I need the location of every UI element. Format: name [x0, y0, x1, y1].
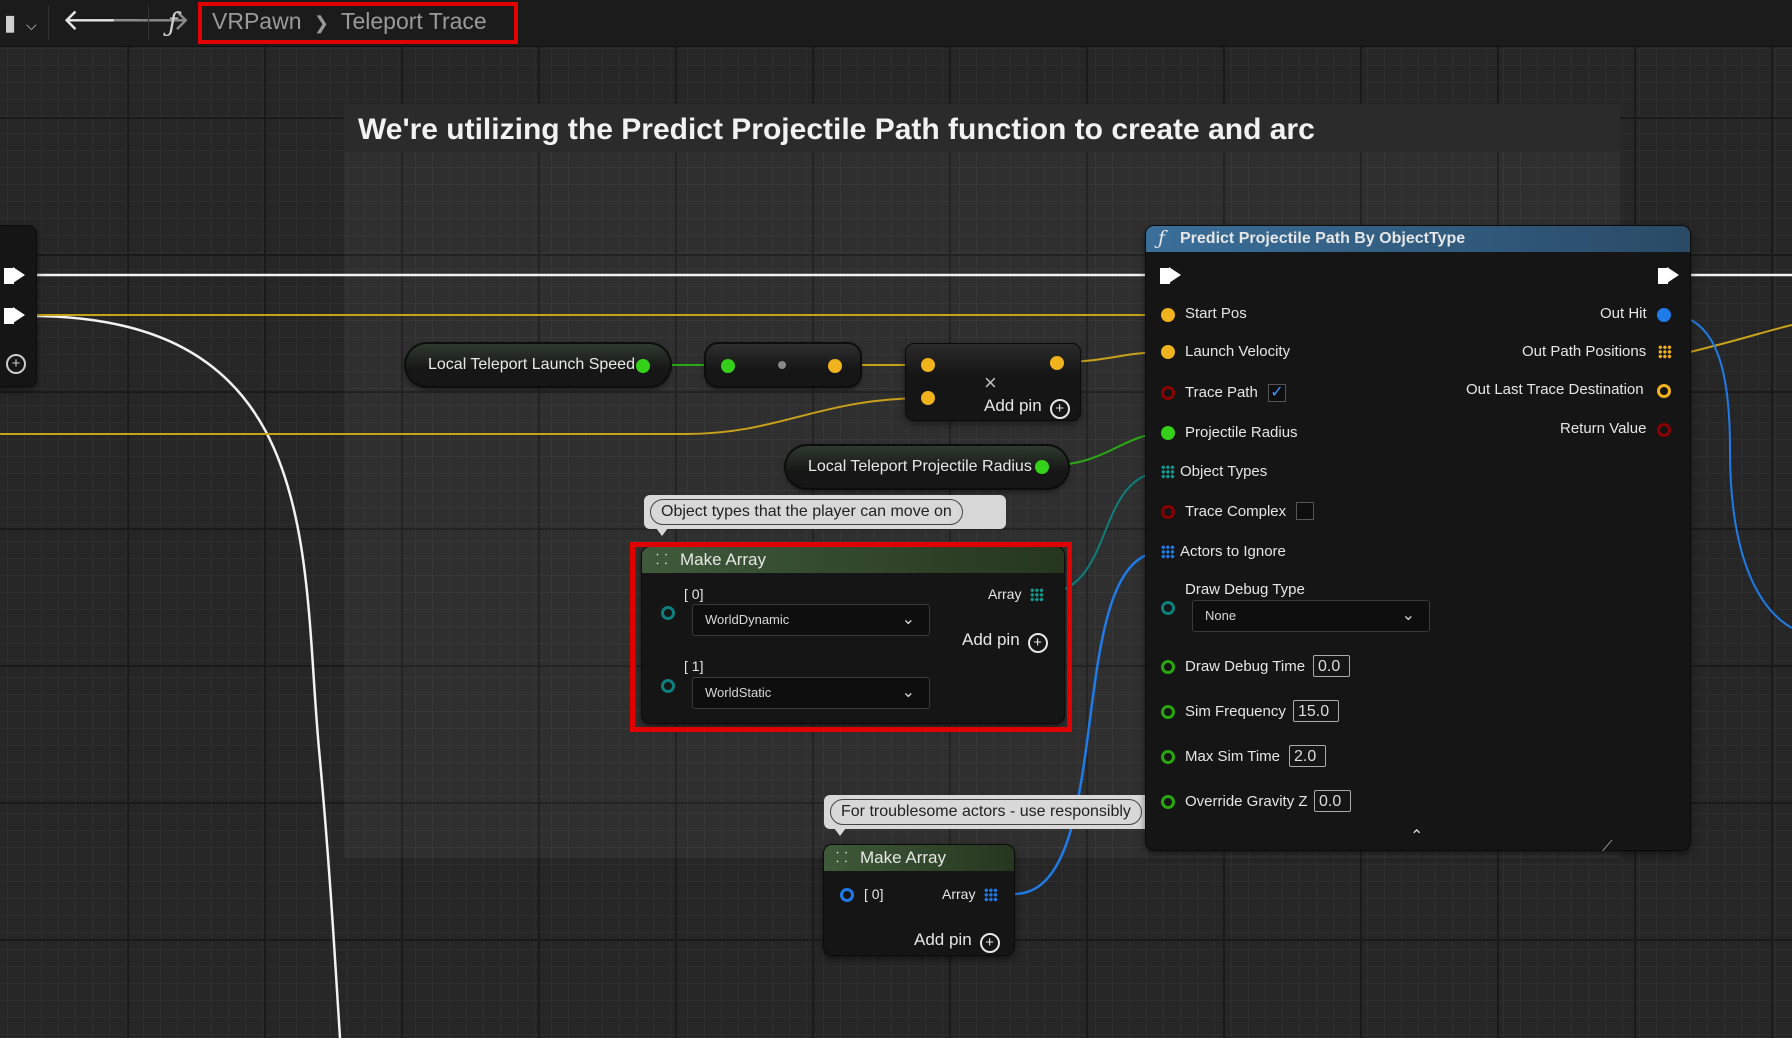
sim-frequency-pin[interactable] [1161, 705, 1175, 719]
add-pin-label: Add pin [984, 396, 1042, 415]
draw-debug-type-dropdown[interactable]: None ⌄ [1192, 600, 1430, 632]
actors-to-ignore-pin[interactable] [1161, 545, 1175, 559]
add-pin-icon: + [979, 933, 1000, 953]
projectile-radius-out-pin[interactable] [1035, 460, 1049, 474]
breadcrumb-highlight [198, 2, 518, 44]
trace-path-checkbox[interactable]: ✓ [1268, 384, 1286, 402]
exec-pin-arrow-2 [13, 307, 25, 323]
toolbar-divider [148, 6, 149, 40]
bubble-tail [834, 828, 846, 836]
add-pin-icon[interactable]: + [6, 354, 26, 374]
projectile-radius-input-label: Projectile Radius [1185, 424, 1298, 441]
max-sim-time-label: Max Sim Time [1185, 748, 1281, 765]
multiply-dot-icon [778, 361, 786, 369]
max-sim-time-input[interactable]: 2.0 [1289, 745, 1326, 767]
trace-complex-checkbox[interactable] [1296, 502, 1314, 520]
start-pos-pin[interactable] [1161, 308, 1175, 322]
make-array-2-add-pin-button[interactable]: Add pin + [914, 930, 1000, 953]
draw-debug-type-label: Draw Debug Type [1185, 581, 1305, 598]
draw-debug-time-label: Draw Debug Time [1185, 658, 1306, 675]
override-gravity-pin[interactable] [1161, 795, 1175, 809]
draw-debug-time-pin[interactable] [1161, 660, 1175, 674]
comment-bubble-text: For troublesome actors - use responsibly [830, 799, 1142, 825]
exec-pin-arrow [13, 267, 25, 283]
chevron-down-icon: ⌄ [1401, 607, 1415, 624]
make-array-2-title: Make Array [860, 848, 946, 867]
comment-bubble-object-types[interactable]: Object types that the player can move on [644, 495, 1006, 529]
override-gravity-label: Override Gravity Z [1185, 793, 1308, 810]
out-path-positions-label: Out Path Positions [1522, 343, 1647, 360]
out-hit-label: Out Hit [1600, 305, 1647, 322]
actors-to-ignore-label: Actors to Ignore [1180, 543, 1286, 560]
multiply-1-out-pin[interactable] [828, 359, 842, 373]
out-last-trace-label: Out Last Trace Destination [1466, 381, 1644, 398]
multiply-add-pin-button[interactable]: Add pin + [984, 396, 1070, 419]
predict-title: Predict Projectile Path By ObjectType [1180, 230, 1466, 247]
bookmark-icon[interactable]: ▮ [4, 0, 16, 46]
trace-complex-label: Trace Complex [1185, 503, 1287, 520]
multiply-2-in-b-pin[interactable] [921, 391, 935, 405]
override-gravity-input[interactable]: 0.0 [1314, 790, 1351, 812]
exec-pin-arrow [1667, 267, 1679, 283]
function-icon: ƒ [168, 8, 178, 38]
launch-speed-label: Local Teleport Launch Speed [428, 356, 635, 373]
make-array-2-pin0-label: [ 0] [864, 886, 884, 902]
trace-path-label: Trace Path [1185, 384, 1258, 401]
exec-pin-arrow [1169, 267, 1181, 283]
return-value-label: Return Value [1560, 420, 1647, 437]
projectile-radius-pin[interactable] [1161, 426, 1175, 440]
multiply-2-out-pin[interactable] [1050, 356, 1064, 370]
out-path-positions-pin[interactable] [1658, 345, 1672, 359]
multiply-1-in-pin[interactable] [721, 359, 735, 373]
return-value-pin[interactable] [1657, 423, 1671, 437]
object-types-label: Object Types [1180, 463, 1268, 480]
launch-velocity-pin[interactable] [1161, 345, 1175, 359]
trace-complex-pin[interactable] [1161, 505, 1175, 519]
chevron-down-icon[interactable]: ⌵ [26, 2, 37, 48]
comment-bubble-text: Object types that the player can move on [650, 499, 963, 525]
sim-frequency-label: Sim Frequency [1185, 703, 1286, 720]
add-pin-icon: + [1049, 399, 1070, 419]
make-array-2-pin0[interactable] [840, 888, 854, 902]
start-pos-label: Start Pos [1185, 305, 1247, 322]
multiply-2-in-a-pin[interactable] [921, 358, 935, 372]
make-array-highlight [630, 542, 1072, 732]
dropdown-value: None [1205, 608, 1237, 623]
launch-velocity-label: Launch Velocity [1185, 343, 1291, 360]
projectile-radius-label: Local Teleport Projectile Radius [808, 458, 1032, 475]
make-array-2-out-pin[interactable] [984, 888, 998, 902]
collapse-chevron-icon[interactable]: ⌃ [1410, 826, 1423, 846]
out-hit-pin[interactable] [1657, 308, 1671, 322]
resize-handle-icon[interactable]: ⟋ [1602, 838, 1613, 855]
max-sim-time-pin[interactable] [1161, 750, 1175, 764]
comment-bubble-actors[interactable]: For troublesome actors - use responsibly [824, 795, 1190, 829]
sim-frequency-input[interactable]: 15.0 [1293, 700, 1339, 722]
make-array-icon: ⸬ [836, 849, 848, 865]
draw-debug-time-input[interactable]: 0.0 [1313, 655, 1350, 677]
launch-speed-out-pin[interactable] [636, 359, 650, 373]
toolbar-divider [48, 6, 49, 40]
forward-arrow-icon[interactable]: 🡒 [110, 0, 190, 44]
out-last-trace-pin[interactable] [1657, 384, 1671, 398]
object-types-pin[interactable] [1161, 465, 1175, 479]
draw-debug-type-pin[interactable] [1161, 601, 1175, 615]
add-pin-label: Add pin [914, 930, 972, 949]
make-array-2-out-label: Array [942, 886, 976, 902]
trace-path-pin[interactable] [1161, 386, 1175, 400]
bubble-tail [656, 528, 668, 536]
multiply-op-icon: × [984, 370, 997, 395]
function-icon: ƒ [1158, 227, 1166, 249]
